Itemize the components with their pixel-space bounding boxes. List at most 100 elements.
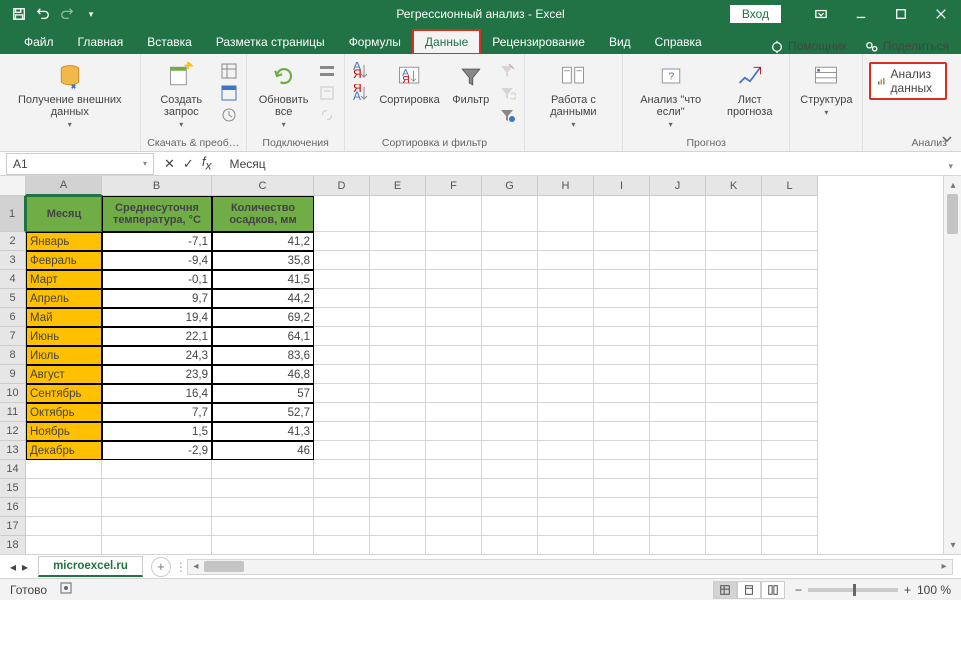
cell[interactable]: [482, 536, 538, 554]
cell[interactable]: [370, 517, 426, 536]
cell[interactable]: [594, 460, 650, 479]
cell[interactable]: [650, 232, 706, 251]
cell[interactable]: -2,9: [102, 441, 212, 460]
cell[interactable]: [370, 498, 426, 517]
cell[interactable]: [426, 403, 482, 422]
refresh-all-button[interactable]: Обновить все ▾: [253, 58, 314, 131]
zoom-in-button[interactable]: +: [904, 583, 911, 597]
cell[interactable]: 41,5: [212, 270, 314, 289]
login-button[interactable]: Вход: [730, 5, 781, 23]
ribbon-options-icon[interactable]: [801, 0, 841, 28]
cell[interactable]: [538, 536, 594, 554]
cell[interactable]: [594, 479, 650, 498]
collapse-ribbon-icon[interactable]: [939, 131, 955, 147]
cell[interactable]: [482, 479, 538, 498]
cell[interactable]: [762, 384, 818, 403]
cell[interactable]: [706, 460, 762, 479]
select-all-corner[interactable]: [0, 176, 26, 196]
sort-button[interactable]: АЯ Сортировка: [375, 58, 443, 108]
cell[interactable]: [650, 384, 706, 403]
row-header[interactable]: 11: [0, 403, 26, 422]
cell[interactable]: 23,9: [102, 365, 212, 384]
cell[interactable]: [212, 479, 314, 498]
column-header[interactable]: K: [706, 176, 762, 196]
cell[interactable]: [26, 517, 102, 536]
fx-icon[interactable]: fx: [202, 154, 212, 173]
cell[interactable]: [102, 479, 212, 498]
cell[interactable]: Апрель: [26, 289, 102, 308]
cell[interactable]: [212, 517, 314, 536]
row-header[interactable]: 3: [0, 251, 26, 270]
cell[interactable]: [314, 498, 370, 517]
formula-input[interactable]: Месяц ▾: [221, 157, 961, 171]
column-header[interactable]: B: [102, 176, 212, 196]
sheet-nav[interactable]: ◂▸: [0, 560, 38, 574]
cell[interactable]: [538, 196, 594, 232]
cell[interactable]: [762, 517, 818, 536]
cell[interactable]: [594, 289, 650, 308]
cell[interactable]: [426, 327, 482, 346]
cell[interactable]: [482, 384, 538, 403]
cell[interactable]: [314, 251, 370, 270]
cell[interactable]: 64,1: [212, 327, 314, 346]
page-break-view-button[interactable]: [761, 581, 785, 599]
scroll-down-icon[interactable]: [944, 536, 961, 554]
cell[interactable]: [650, 498, 706, 517]
cell[interactable]: [650, 422, 706, 441]
cell[interactable]: [370, 536, 426, 554]
cell[interactable]: [538, 270, 594, 289]
from-table-icon[interactable]: [220, 84, 240, 104]
cell[interactable]: 22,1: [102, 327, 212, 346]
cell[interactable]: 41,2: [212, 232, 314, 251]
row-header[interactable]: 2: [0, 232, 26, 251]
cell[interactable]: [538, 517, 594, 536]
cell[interactable]: [212, 460, 314, 479]
cell[interactable]: [706, 384, 762, 403]
vertical-scrollbar[interactable]: [943, 176, 961, 554]
get-external-data-button[interactable]: Получение внешних данных ▾: [6, 58, 134, 131]
cell[interactable]: [314, 270, 370, 289]
cell[interactable]: [482, 498, 538, 517]
column-header[interactable]: G: [482, 176, 538, 196]
cell[interactable]: [314, 479, 370, 498]
cell[interactable]: [426, 441, 482, 460]
cell[interactable]: [314, 196, 370, 232]
cell[interactable]: 69,2: [212, 308, 314, 327]
cell[interactable]: 35,8: [212, 251, 314, 270]
cell[interactable]: [762, 346, 818, 365]
cell[interactable]: [762, 422, 818, 441]
cell[interactable]: 83,6: [212, 346, 314, 365]
column-header[interactable]: D: [314, 176, 370, 196]
cell[interactable]: 19,4: [102, 308, 212, 327]
column-header[interactable]: A: [26, 176, 102, 196]
sort-za-icon[interactable]: ЯА: [351, 84, 371, 104]
cell[interactable]: [706, 422, 762, 441]
cell[interactable]: [762, 536, 818, 554]
sheet-tab[interactable]: microexcel.ru: [38, 556, 143, 577]
cell[interactable]: [594, 232, 650, 251]
cell[interactable]: [706, 251, 762, 270]
cell[interactable]: [314, 365, 370, 384]
cell[interactable]: Ноябрь: [26, 422, 102, 441]
sort-az-icon[interactable]: АЯ: [351, 62, 371, 82]
cell[interactable]: [26, 536, 102, 554]
cell[interactable]: [482, 441, 538, 460]
cell[interactable]: [762, 270, 818, 289]
cell[interactable]: [538, 498, 594, 517]
row-header[interactable]: 5: [0, 289, 26, 308]
cell[interactable]: 57: [212, 384, 314, 403]
cell[interactable]: [314, 308, 370, 327]
cell[interactable]: -7,1: [102, 232, 212, 251]
cell[interactable]: [594, 498, 650, 517]
cell[interactable]: [370, 327, 426, 346]
cell[interactable]: [706, 196, 762, 232]
cell[interactable]: [538, 308, 594, 327]
cell[interactable]: [538, 232, 594, 251]
cell[interactable]: [650, 536, 706, 554]
edit-links-icon[interactable]: [318, 106, 338, 126]
cell[interactable]: Количество осадков, мм: [212, 196, 314, 232]
reapply-icon[interactable]: [498, 84, 518, 104]
column-header[interactable]: E: [370, 176, 426, 196]
cell[interactable]: [594, 308, 650, 327]
forecast-sheet-button[interactable]: Лист прогноза: [716, 58, 783, 120]
